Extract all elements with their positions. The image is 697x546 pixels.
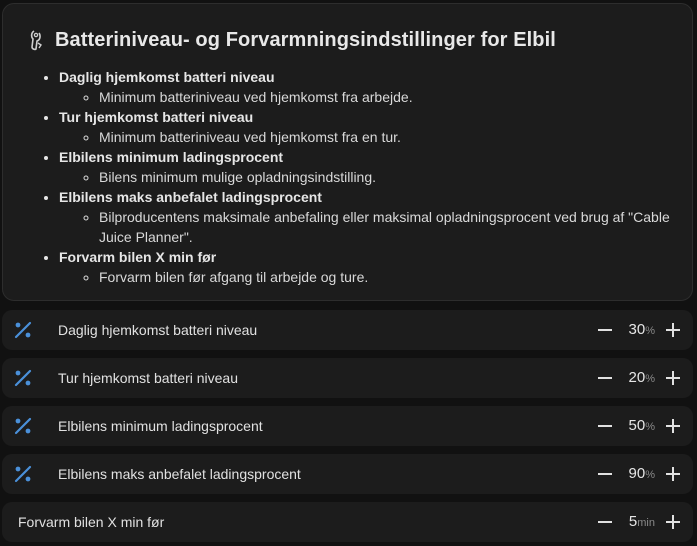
list-item: Daglig hjemkomst batteri niveau Minimum … [59, 67, 697, 107]
value-unit: % [645, 373, 655, 385]
value-unit: % [645, 469, 655, 481]
percent-icon [12, 415, 34, 437]
number-row-daily-return: Daglig hjemkomst batteri niveau 30% [2, 310, 693, 350]
list-item-heading: Tur hjemkomst batteri niveau [59, 109, 254, 125]
value-number: 90 [628, 465, 646, 482]
row-label: Elbilens maks anbefalet ladingsprocent [58, 466, 301, 482]
list-item-heading: Daglig hjemkomst batteri niveau [59, 69, 275, 85]
value-display: 5min [615, 502, 655, 543]
list-item: Elbilens maks anbefalet ladingsprocent B… [59, 187, 697, 247]
value-unit: min [637, 517, 655, 529]
percent-icon [12, 463, 34, 485]
number-row-max-charge: Elbilens maks anbefalet ladingsprocent 9… [2, 454, 693, 494]
percent-icon [12, 367, 34, 389]
value-display: 50% [615, 406, 655, 447]
row-label: Tur hjemkomst batteri niveau [58, 370, 238, 386]
decrement-button[interactable] [595, 320, 615, 340]
value-display: 30% [615, 310, 655, 351]
value-number: 50 [628, 417, 646, 434]
decrement-button[interactable] [595, 416, 615, 436]
list-item-description: Minimum batteriniveau ved hjemkomst fra … [99, 87, 697, 107]
list-item-description: Bilproducentens maksimale anbefaling ell… [99, 207, 697, 247]
value-number: 20 [628, 369, 646, 386]
list-item-heading: Forvarm bilen X min før [59, 249, 217, 265]
list-item: Tur hjemkomst batteri niveau Minimum bat… [59, 107, 697, 147]
list-item-description: Minimum batteriniveau ved hjemkomst fra … [99, 127, 697, 147]
number-row-trip-return: Tur hjemkomst batteri niveau 20% [2, 358, 693, 398]
card-title: Batteriniveau- og Forvarmningsindstillin… [55, 28, 556, 51]
increment-button[interactable] [663, 512, 683, 532]
value-display: 90% [615, 454, 655, 495]
card-header: Batteriniveau- og Forvarmningsindstillin… [25, 26, 556, 54]
increment-button[interactable] [663, 464, 683, 484]
list-item-heading: Elbilens maks anbefalet ladingsprocent [59, 189, 322, 205]
list-item-description: Forvarm bilen før afgang til arbejde og … [99, 267, 697, 287]
settings-description-list: Daglig hjemkomst batteri niveau Minimum … [31, 67, 697, 287]
row-label: Daglig hjemkomst batteri niveau [58, 322, 258, 338]
number-row-preheat: Forvarm bilen X min før 5min [2, 502, 693, 542]
number-row-min-charge: Elbilens minimum ladingsprocent 50% [2, 406, 693, 446]
decrement-button[interactable] [595, 512, 615, 532]
value-number: 5 [628, 513, 638, 530]
value-unit: % [645, 325, 655, 337]
value-display: 20% [615, 358, 655, 399]
value-number: 30 [628, 321, 646, 338]
row-label: Elbilens minimum ladingsprocent [58, 418, 263, 434]
increment-button[interactable] [663, 320, 683, 340]
value-unit: % [645, 421, 655, 433]
decrement-button[interactable] [595, 368, 615, 388]
list-item-heading: Elbilens minimum ladingsprocent [59, 149, 284, 165]
list-item: Elbilens minimum ladingsprocent Bilens m… [59, 147, 697, 187]
percent-icon [12, 319, 34, 341]
list-item-description: Bilens minimum mulige opladningsindstill… [99, 167, 697, 187]
increment-button[interactable] [663, 416, 683, 436]
decrement-button[interactable] [595, 464, 615, 484]
increment-button[interactable] [663, 368, 683, 388]
car-battery-info-icon [25, 29, 47, 51]
info-card: Batteriniveau- og Forvarmningsindstillin… [2, 3, 693, 301]
row-label: Forvarm bilen X min før [18, 514, 165, 530]
list-item: Forvarm bilen X min før Forvarm bilen fø… [59, 247, 697, 287]
